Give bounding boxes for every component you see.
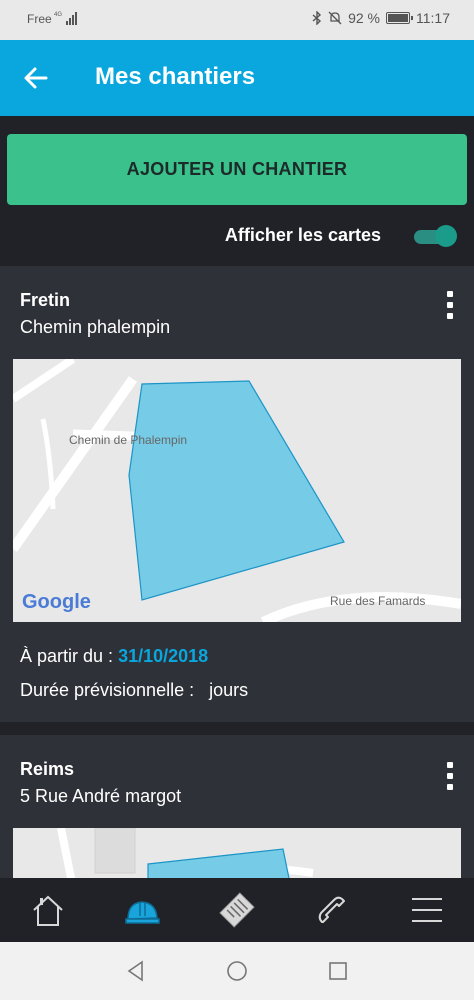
- signal-icon: 4G: [54, 12, 77, 25]
- duration-label: Durée prévisionnelle :: [20, 680, 195, 700]
- start-date-value: 31/10/2018: [118, 646, 209, 666]
- add-site-button[interactable]: AJOUTER UN CHANTIER: [7, 134, 467, 205]
- site-card[interactable]: Fretin Chemin phalempin Chemin de Phalem…: [0, 266, 474, 722]
- back-triangle-icon[interactable]: [124, 959, 148, 983]
- recents-square-icon[interactable]: [326, 959, 350, 983]
- more-options-icon[interactable]: [438, 286, 462, 326]
- site-map[interactable]: [13, 828, 461, 880]
- home-circle-icon[interactable]: [225, 959, 249, 983]
- more-options-icon[interactable]: [438, 757, 462, 797]
- show-maps-row: Afficher les cartes: [0, 216, 474, 256]
- document-icon[interactable]: [215, 888, 259, 932]
- map-canvas: [13, 828, 461, 880]
- duration-row: Durée prévisionnelle : jours: [20, 680, 248, 701]
- site-card[interactable]: Reims 5 Rue André margot: [0, 735, 474, 880]
- clock: 11:17: [416, 10, 450, 26]
- site-name: Reims: [20, 759, 75, 779]
- menu-icon[interactable]: [404, 888, 448, 932]
- carrier-label: Free: [27, 12, 52, 26]
- map-canvas: Chemin de Phalempin Rue des Famards Goog…: [13, 359, 461, 622]
- page-title: Mes chantiers: [95, 63, 256, 90]
- start-date-label: À partir du :: [20, 646, 114, 666]
- map-street-label: Chemin de Phalempin: [69, 433, 187, 447]
- arrow-left-icon[interactable]: [22, 64, 50, 92]
- google-logo: Google: [22, 591, 91, 613]
- system-nav-bar: [0, 942, 474, 1000]
- bluetooth-icon: [312, 11, 322, 25]
- site-address: 5 Rue André margot: [20, 786, 182, 806]
- show-maps-label: Afficher les cartes: [224, 225, 381, 245]
- bottom-nav: [0, 878, 474, 942]
- status-bar: Free 4G 92 % 11:17: [0, 0, 474, 40]
- mute-bell-icon: [328, 11, 342, 25]
- app-bar: Mes chantiers: [0, 40, 474, 116]
- hard-hat-icon[interactable]: [120, 888, 164, 932]
- home-icon[interactable]: [26, 888, 70, 932]
- site-address: Chemin phalempin: [20, 317, 171, 337]
- show-maps-toggle[interactable]: [413, 224, 457, 248]
- start-date-row: À partir du : 31/10/2018: [20, 646, 208, 667]
- battery-percent: 92 %: [348, 10, 380, 26]
- site-map[interactable]: Chemin de Phalempin Rue des Famards Goog…: [13, 359, 461, 622]
- map-street-label: Rue des Famards: [330, 594, 425, 608]
- phone-icon[interactable]: [310, 888, 354, 932]
- site-name: Fretin: [20, 290, 71, 310]
- duration-unit: jours: [209, 680, 249, 700]
- svg-text:4G: 4G: [54, 12, 62, 18]
- battery-icon: [386, 12, 413, 24]
